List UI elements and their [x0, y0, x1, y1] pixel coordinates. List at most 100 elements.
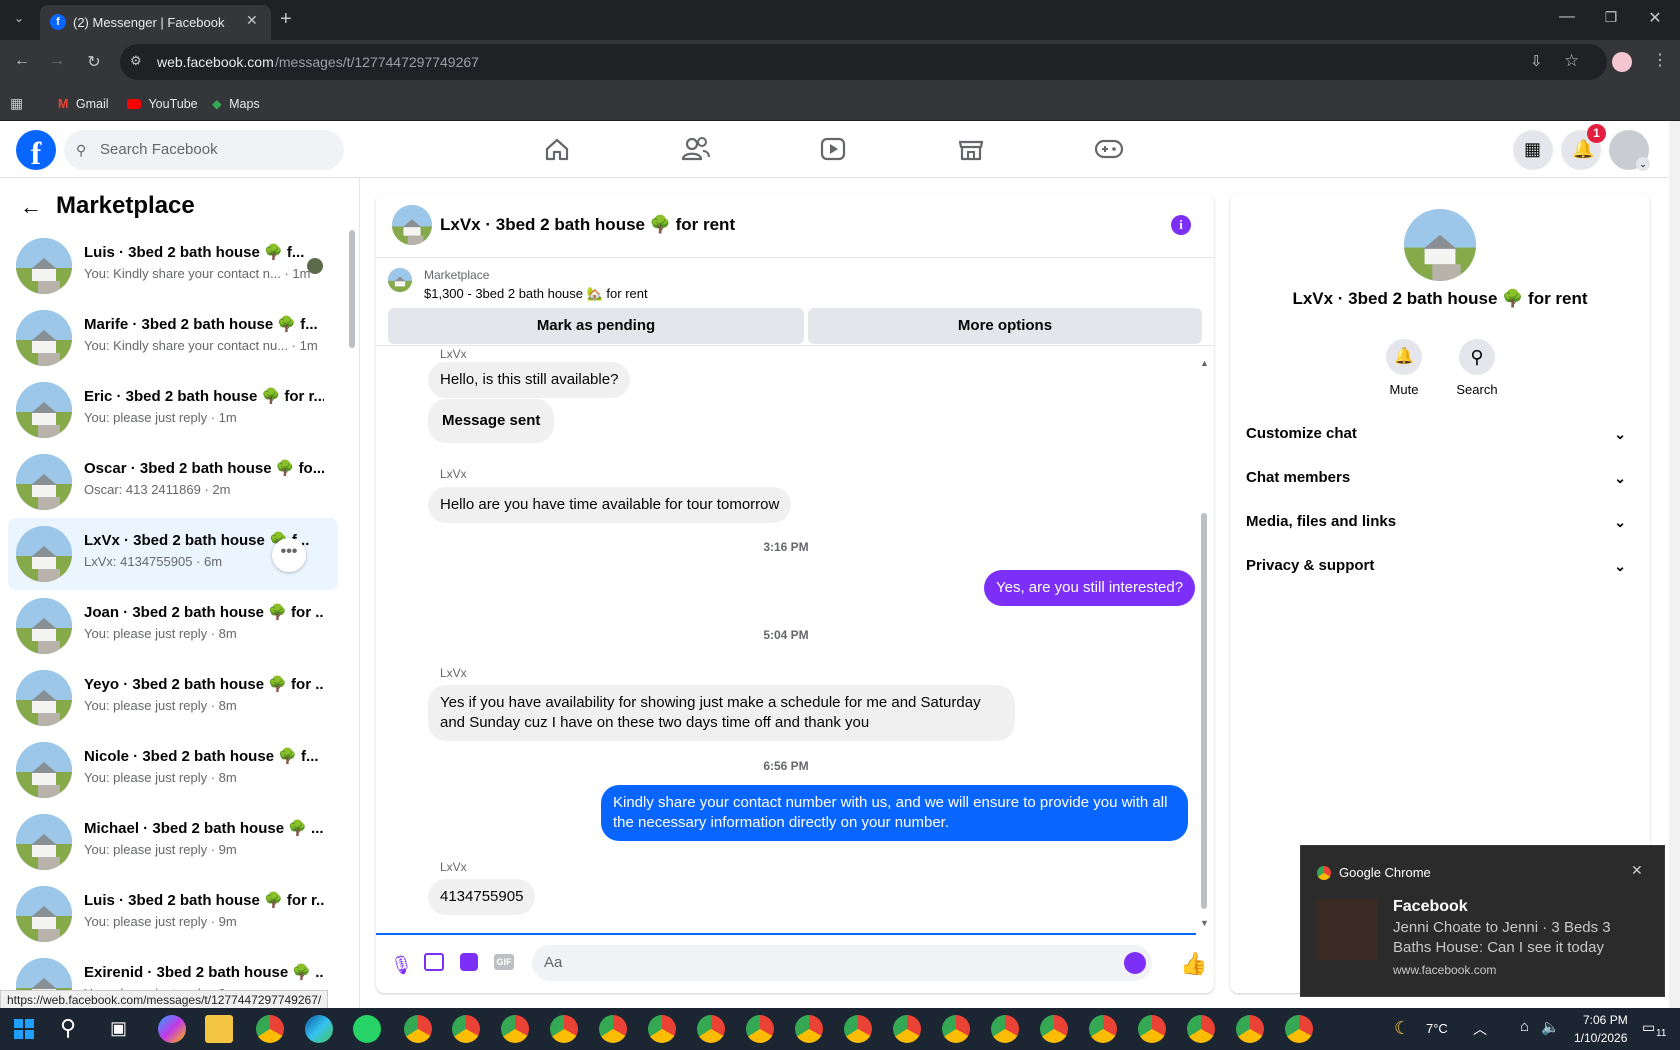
chrome-app-icon[interactable] — [501, 1015, 529, 1043]
volume-icon[interactable]: 🔈 — [1541, 1018, 1560, 1036]
network-icon[interactable]: ⌂ — [1520, 1018, 1529, 1035]
chrome-app-icon[interactable] — [1187, 1015, 1215, 1043]
microphone-icon[interactable]: 🎙 — [390, 955, 413, 976]
notifications-button[interactable]: 🔔 1 — [1561, 124, 1606, 170]
minimize-icon[interactable]: — — [1552, 8, 1582, 26]
marketplace-icon[interactable] — [949, 129, 993, 169]
my-message-bubble[interactable]: Yes, are you still interested? — [984, 570, 1196, 606]
clock-date[interactable]: 1/10/2026 — [1574, 1031, 1627, 1045]
install-app-icon[interactable]: ⇩ — [1530, 52, 1543, 70]
omnibox[interactable]: ⚙ web.facebook.com /messages/t/127744729… — [120, 44, 1607, 80]
bookmark-star-icon[interactable]: ☆ — [1564, 51, 1579, 71]
temperature[interactable]: 7°C — [1426, 1021, 1448, 1036]
clock-time[interactable]: 7:06 PM — [1583, 1013, 1628, 1027]
more-options-button[interactable]: More options — [808, 308, 1202, 344]
listing-text[interactable]: $1,300 - 3bed 2 bath house 🏡 for rent — [424, 286, 648, 302]
tab-search-icon[interactable]: ⌄ — [8, 11, 30, 31]
message-sent-bubble[interactable]: Message sent — [428, 399, 555, 443]
chat-scroll-down-icon[interactable]: ▼ — [1200, 918, 1209, 928]
gif-icon[interactable]: GIF — [494, 954, 514, 970]
profile-avatar-icon[interactable] — [1612, 52, 1632, 72]
chat-avatar[interactable] — [392, 205, 432, 245]
chrome-app-icon[interactable] — [1138, 1015, 1166, 1043]
notification-center-icon[interactable]: ▭ — [1642, 1019, 1655, 1036]
conversation-item[interactable]: Luis · 3bed 2 bath house 🌳 f... You: Kind… — [8, 230, 338, 302]
bookmark-youtube[interactable]: YouTube — [127, 87, 198, 121]
window-close-icon[interactable]: ✕ — [1640, 8, 1670, 28]
sticker-icon[interactable] — [460, 953, 478, 971]
chat-members-section[interactable]: Chat members ⌄ — [1246, 458, 1626, 498]
new-tab-icon[interactable]: + — [280, 8, 292, 31]
chat-title[interactable]: LxVx · 3bed 2 bath house 🌳 for rent — [440, 215, 735, 235]
chrome-app-icon[interactable] — [1285, 1015, 1313, 1043]
chrome-menu-icon[interactable]: ⋮ — [1650, 50, 1670, 70]
gaming-icon[interactable] — [1087, 129, 1131, 169]
account-avatar[interactable]: ⌄ — [1609, 130, 1650, 171]
weather-icon[interactable]: ☾ — [1394, 1018, 1410, 1039]
message-bubble[interactable]: Hello are you have time available for to… — [428, 487, 792, 523]
chrome-app-icon[interactable] — [452, 1015, 480, 1043]
info-icon[interactable]: i — [1171, 215, 1191, 235]
chat-scroll-up-icon[interactable]: ▲ — [1200, 358, 1209, 368]
whatsapp-icon[interactable] — [353, 1015, 381, 1043]
conversation-item[interactable]: Eric · 3bed 2 bath house 🌳 for r... You: … — [8, 374, 338, 446]
mark-as-pending-button[interactable]: Mark as pending — [388, 308, 804, 344]
thumbs-up-icon[interactable]: 👍 — [1180, 951, 1207, 977]
photo-icon[interactable] — [424, 953, 444, 971]
chrome-app-icon[interactable] — [648, 1015, 676, 1043]
conversation-item[interactable]: Luis · 3bed 2 bath house 🌳 for r... You: … — [8, 878, 338, 950]
friends-icon[interactable] — [673, 129, 717, 169]
browser-tab[interactable]: f (2) Messenger | Facebook ✕ — [40, 5, 271, 40]
conversation-item[interactable]: LxVx · 3bed 2 bath house 🌳 f... LxVx: 413… — [8, 518, 338, 590]
menu-grid-button[interactable]: ▦ — [1513, 130, 1553, 170]
edge-icon[interactable] — [305, 1015, 333, 1043]
search-facebook-input[interactable]: ⚲ Search Facebook — [64, 130, 344, 170]
task-view-icon[interactable]: ▣ — [110, 1018, 127, 1039]
thread-scrollbar[interactable] — [1201, 513, 1207, 909]
tab-close-icon[interactable]: ✕ — [246, 12, 258, 29]
page-scrollbar[interactable] — [1669, 121, 1680, 1008]
chrome-app-icon[interactable] — [697, 1015, 725, 1043]
listing-thumbnail[interactable] — [388, 268, 412, 292]
chrome-app-icon[interactable] — [550, 1015, 578, 1043]
more-options-icon[interactable]: ••• — [272, 538, 306, 572]
site-info-icon[interactable]: ⚙ — [130, 53, 142, 69]
chrome-app-icon[interactable] — [1089, 1015, 1117, 1043]
mute-button[interactable]: 🔔 Mute — [1382, 339, 1426, 397]
copilot-icon[interactable] — [158, 1015, 186, 1043]
chrome-app-icon[interactable] — [1040, 1015, 1068, 1043]
chrome-app-icon[interactable] — [599, 1015, 627, 1043]
chrome-app-icon[interactable] — [893, 1015, 921, 1043]
conversation-item[interactable]: Yeyo · 3bed 2 bath house 🌳 for ... You: p… — [8, 662, 338, 734]
message-bubble[interactable]: 4134755905 — [428, 879, 536, 915]
chrome-app-icon[interactable] — [795, 1015, 823, 1043]
privacy-support-section[interactable]: Privacy & support ⌄ — [1246, 546, 1626, 586]
file-explorer-icon[interactable] — [205, 1015, 233, 1043]
my-message-bubble[interactable]: Kindly share your contact number with us… — [601, 785, 1188, 841]
windows-start-icon[interactable] — [14, 1019, 34, 1039]
info-avatar[interactable] — [1404, 209, 1476, 281]
chrome-notification[interactable]: Google Chrome ✕ Facebook Jenni Choate to… — [1300, 845, 1665, 997]
chrome-app-icon[interactable] — [256, 1015, 284, 1043]
back-icon[interactable]: ← — [10, 52, 34, 70]
chrome-app-icon[interactable] — [404, 1015, 432, 1043]
chrome-app-icon[interactable] — [746, 1015, 774, 1043]
facebook-logo-icon[interactable]: f — [16, 130, 56, 171]
message-bubble[interactable]: Yes if you have availability for showing… — [428, 685, 1015, 741]
message-input[interactable]: Aa — [532, 945, 1152, 981]
conversation-item[interactable]: Nicole · 3bed 2 bath house 🌳 f... You: pl… — [8, 734, 338, 806]
apps-grid-icon[interactable]: ▦ — [10, 95, 23, 112]
chrome-app-icon[interactable] — [844, 1015, 872, 1043]
bookmark-maps[interactable]: ◆ Maps — [212, 87, 260, 121]
forward-icon[interactable]: → — [45, 52, 69, 70]
conversation-item[interactable]: Marife · 3bed 2 bath house 🌳 f... You: Ki… — [8, 302, 338, 374]
message-bubble[interactable]: Hello, is this still available? — [428, 362, 631, 398]
conversation-item[interactable]: Oscar · 3bed 2 bath house 🌳 fo... Oscar: … — [8, 446, 338, 518]
chrome-app-icon[interactable] — [991, 1015, 1019, 1043]
restore-icon[interactable]: ❐ — [1596, 9, 1626, 26]
conversation-item[interactable]: Joan · 3bed 2 bath house 🌳 for ... You: p… — [8, 590, 338, 662]
customize-chat-section[interactable]: Customize chat ⌄ — [1246, 414, 1626, 454]
back-arrow-icon[interactable]: ← — [20, 194, 42, 220]
watch-icon[interactable] — [811, 129, 855, 169]
bookmark-gmail[interactable]: M Gmail — [58, 87, 109, 121]
